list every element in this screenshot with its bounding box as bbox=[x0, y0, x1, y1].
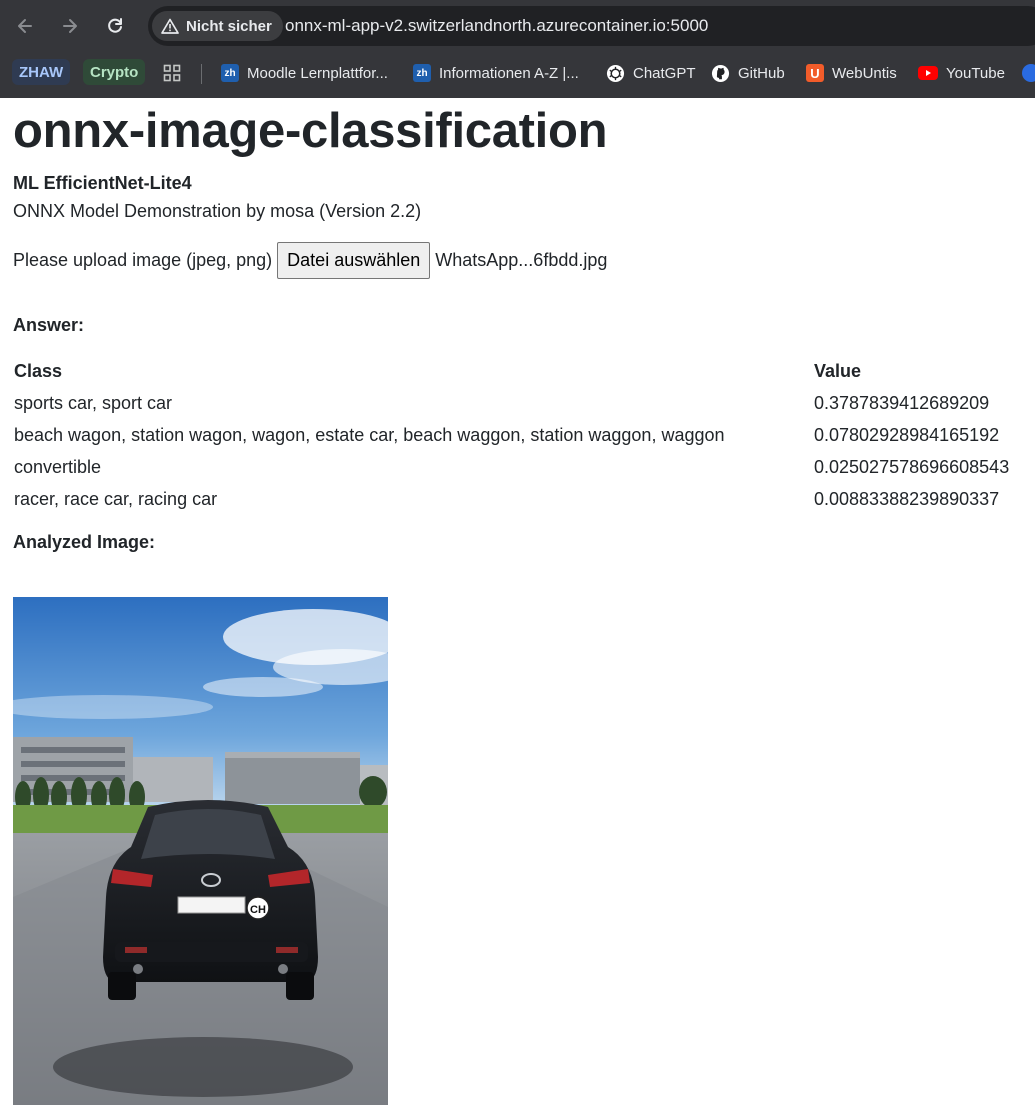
bookmark-github[interactable]: GitHub bbox=[711, 60, 785, 86]
upload-row: Please upload image (jpeg, png) Datei au… bbox=[13, 241, 1023, 279]
security-indicator[interactable]: Nicht sicher bbox=[152, 11, 283, 41]
warning-icon bbox=[161, 18, 179, 34]
table-header-row: Class Value bbox=[13, 361, 1023, 388]
page-content: onnx-image-classification ML EfficientNe… bbox=[13, 98, 1023, 553]
table-row: convertible 0.025027578696608543 bbox=[13, 452, 1023, 484]
class-cell: convertible bbox=[14, 456, 102, 477]
bookmark-overflow[interactable] bbox=[1022, 60, 1035, 86]
class-cell: beach wagon, station wagon, wagon, estat… bbox=[14, 424, 725, 445]
address-bar[interactable]: Nicht sicher onnx-ml-app-v2.switzerlandn… bbox=[148, 6, 1035, 46]
value-cell: 0.025027578696608543 bbox=[814, 456, 1010, 477]
bookmark-info[interactable]: zh Informationen A-Z |... bbox=[413, 60, 579, 86]
bookmark-youtube[interactable]: YouTube bbox=[918, 60, 1005, 86]
apps-grid-icon bbox=[163, 64, 181, 82]
plate-country-text: CH bbox=[250, 904, 266, 916]
url-text[interactable]: onnx-ml-app-v2.switzerlandnorth.azurecon… bbox=[285, 16, 708, 36]
bookmark-label: ChatGPT bbox=[633, 64, 696, 82]
analyzed-image: CH bbox=[13, 597, 388, 1105]
results-table: Class Value sports car, sport car 0.3787… bbox=[13, 361, 1023, 516]
analyzed-image-heading: Analyzed Image: bbox=[13, 531, 156, 552]
class-cell: sports car, sport car bbox=[14, 392, 173, 413]
file-select-button[interactable]: Datei auswählen bbox=[277, 241, 431, 279]
browser-chrome: Nicht sicher onnx-ml-app-v2.switzerlandn… bbox=[0, 0, 1035, 98]
bookmark-group-crypto[interactable]: Crypto bbox=[83, 59, 146, 85]
reload-icon bbox=[108, 18, 122, 33]
apps-button[interactable] bbox=[163, 60, 181, 86]
class-column-header: Class bbox=[14, 360, 63, 381]
model-name: ML EfficientNet-Lite4 bbox=[13, 172, 192, 193]
bookmark-label: Moodle Lernplattfor... bbox=[247, 64, 388, 82]
back-button[interactable] bbox=[9, 10, 41, 42]
selected-file-name: WhatsApp...6fbdd.jpg bbox=[435, 249, 608, 270]
bookmark-label: WebUntis bbox=[832, 64, 897, 82]
bookmark-label: GitHub bbox=[738, 64, 785, 82]
youtube-icon bbox=[918, 66, 938, 80]
bookmark-webuntis[interactable]: U WebUntis bbox=[806, 60, 897, 86]
value-column-header: Value bbox=[814, 360, 862, 381]
table-row: racer, race car, racing car 0.0088338823… bbox=[13, 484, 1023, 516]
bookmarks-separator bbox=[201, 64, 202, 84]
upload-label: Please upload image (jpeg, png) bbox=[13, 249, 273, 270]
bookmark-chatgpt[interactable]: ChatGPT bbox=[606, 60, 696, 86]
meta-icon bbox=[1022, 64, 1035, 82]
chatgpt-icon bbox=[606, 64, 625, 82]
security-label: Nicht sicher bbox=[186, 17, 272, 35]
webuntis-icon: U bbox=[806, 64, 824, 82]
bookmark-group-zhaw[interactable]: ZHAW bbox=[12, 59, 71, 85]
bookmark-label: Informationen A-Z |... bbox=[439, 64, 579, 82]
table-row: sports car, sport car 0.3787839412689209 bbox=[13, 388, 1023, 420]
page-title: onnx-image-classification bbox=[13, 104, 608, 158]
value-cell: 0.07802928984165192 bbox=[814, 424, 1000, 445]
class-cell: racer, race car, racing car bbox=[14, 488, 218, 509]
arrow-left-icon bbox=[18, 19, 32, 33]
arrow-right-icon bbox=[63, 19, 77, 33]
reload-button[interactable] bbox=[99, 10, 131, 42]
forward-button[interactable] bbox=[54, 10, 86, 42]
car-photo: CH bbox=[13, 597, 388, 1105]
page-subtitle: ONNX Model Demonstration by mosa (Versio… bbox=[13, 200, 422, 221]
bookmark-label: YouTube bbox=[946, 64, 1005, 82]
zhaw-logo-icon: zh bbox=[413, 64, 431, 82]
bookmark-moodle[interactable]: zh Moodle Lernplattfor... bbox=[221, 60, 388, 86]
github-icon bbox=[711, 64, 730, 82]
bookmarks-bar: ZHAW Crypto zh Moodle Lernplattfor... zh… bbox=[0, 56, 1035, 90]
answer-heading: Answer: bbox=[13, 314, 85, 335]
value-cell: 0.3787839412689209 bbox=[814, 392, 990, 413]
table-row: beach wagon, station wagon, wagon, estat… bbox=[13, 420, 1023, 452]
zhaw-logo-icon: zh bbox=[221, 64, 239, 82]
value-cell: 0.00883388239890337 bbox=[814, 488, 1000, 509]
